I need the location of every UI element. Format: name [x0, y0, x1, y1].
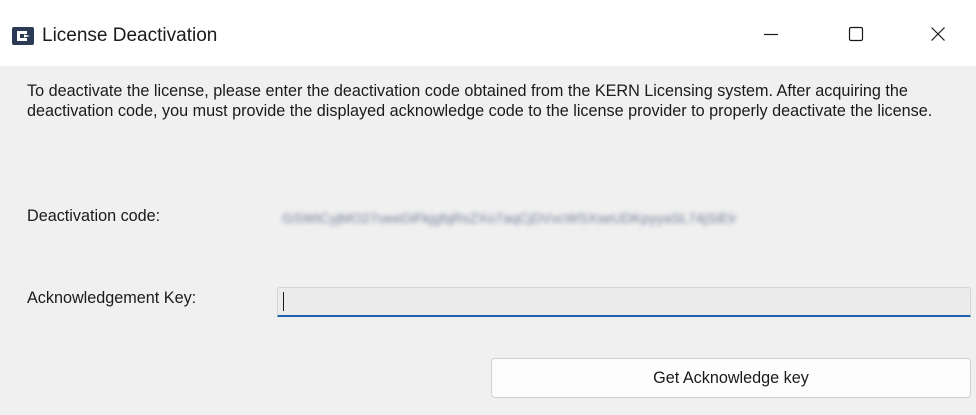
instructions-text: To deactivate the license, please enter … [27, 82, 933, 120]
minimize-button[interactable] [751, 18, 791, 54]
app-logo-icon [12, 27, 34, 45]
title-bar[interactable]: License Deactivation [0, 0, 976, 66]
deactivation-code-value[interactable]: GSWtCyjMO27oeeDiFkjgfqRsZXo7aqCjDVvcWSXs… [282, 208, 970, 228]
close-icon [928, 24, 948, 49]
close-button[interactable] [918, 18, 958, 54]
deactivation-code-label: Deactivation code: [27, 207, 161, 225]
minimize-icon [761, 24, 781, 49]
maximize-icon [846, 24, 866, 49]
get-acknowledge-key-button[interactable]: Get Acknowledge key [491, 358, 971, 398]
window-title: License Deactivation [42, 25, 218, 46]
text-caret [283, 292, 284, 311]
maximize-button[interactable] [836, 18, 876, 54]
acknowledgement-key-label: Acknowledgement Key: [27, 289, 197, 307]
acknowledgement-key-input[interactable] [277, 287, 971, 317]
license-deactivation-window: License Deactivation To deactivate the l… [0, 0, 976, 415]
